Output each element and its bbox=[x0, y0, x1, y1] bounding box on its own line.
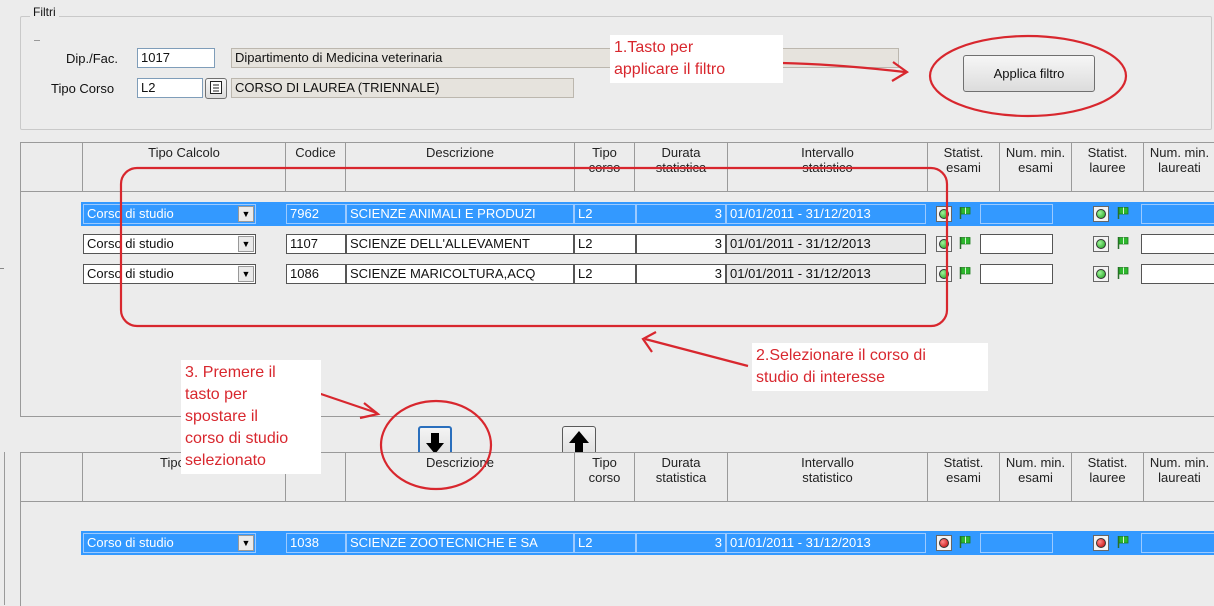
annotation-step-2: 2.Selezionare il corso di studio di inte… bbox=[752, 343, 988, 391]
move-down-highlight-ellipse bbox=[379, 399, 493, 491]
annotation-step-3: 3. Premere il tasto per spostare il cors… bbox=[181, 360, 321, 474]
annotation-arrow-3 bbox=[317, 391, 378, 415]
apply-filter-highlight-ellipse bbox=[928, 34, 1128, 118]
annotation-step-1: 1.Tasto per applicare il filtro bbox=[610, 35, 783, 83]
annotation-overlay bbox=[119, 34, 1128, 491]
annotation-arrow-1 bbox=[781, 61, 906, 74]
annotation-arrow-2 bbox=[644, 337, 749, 368]
course-selection-highlight-box bbox=[119, 166, 949, 328]
